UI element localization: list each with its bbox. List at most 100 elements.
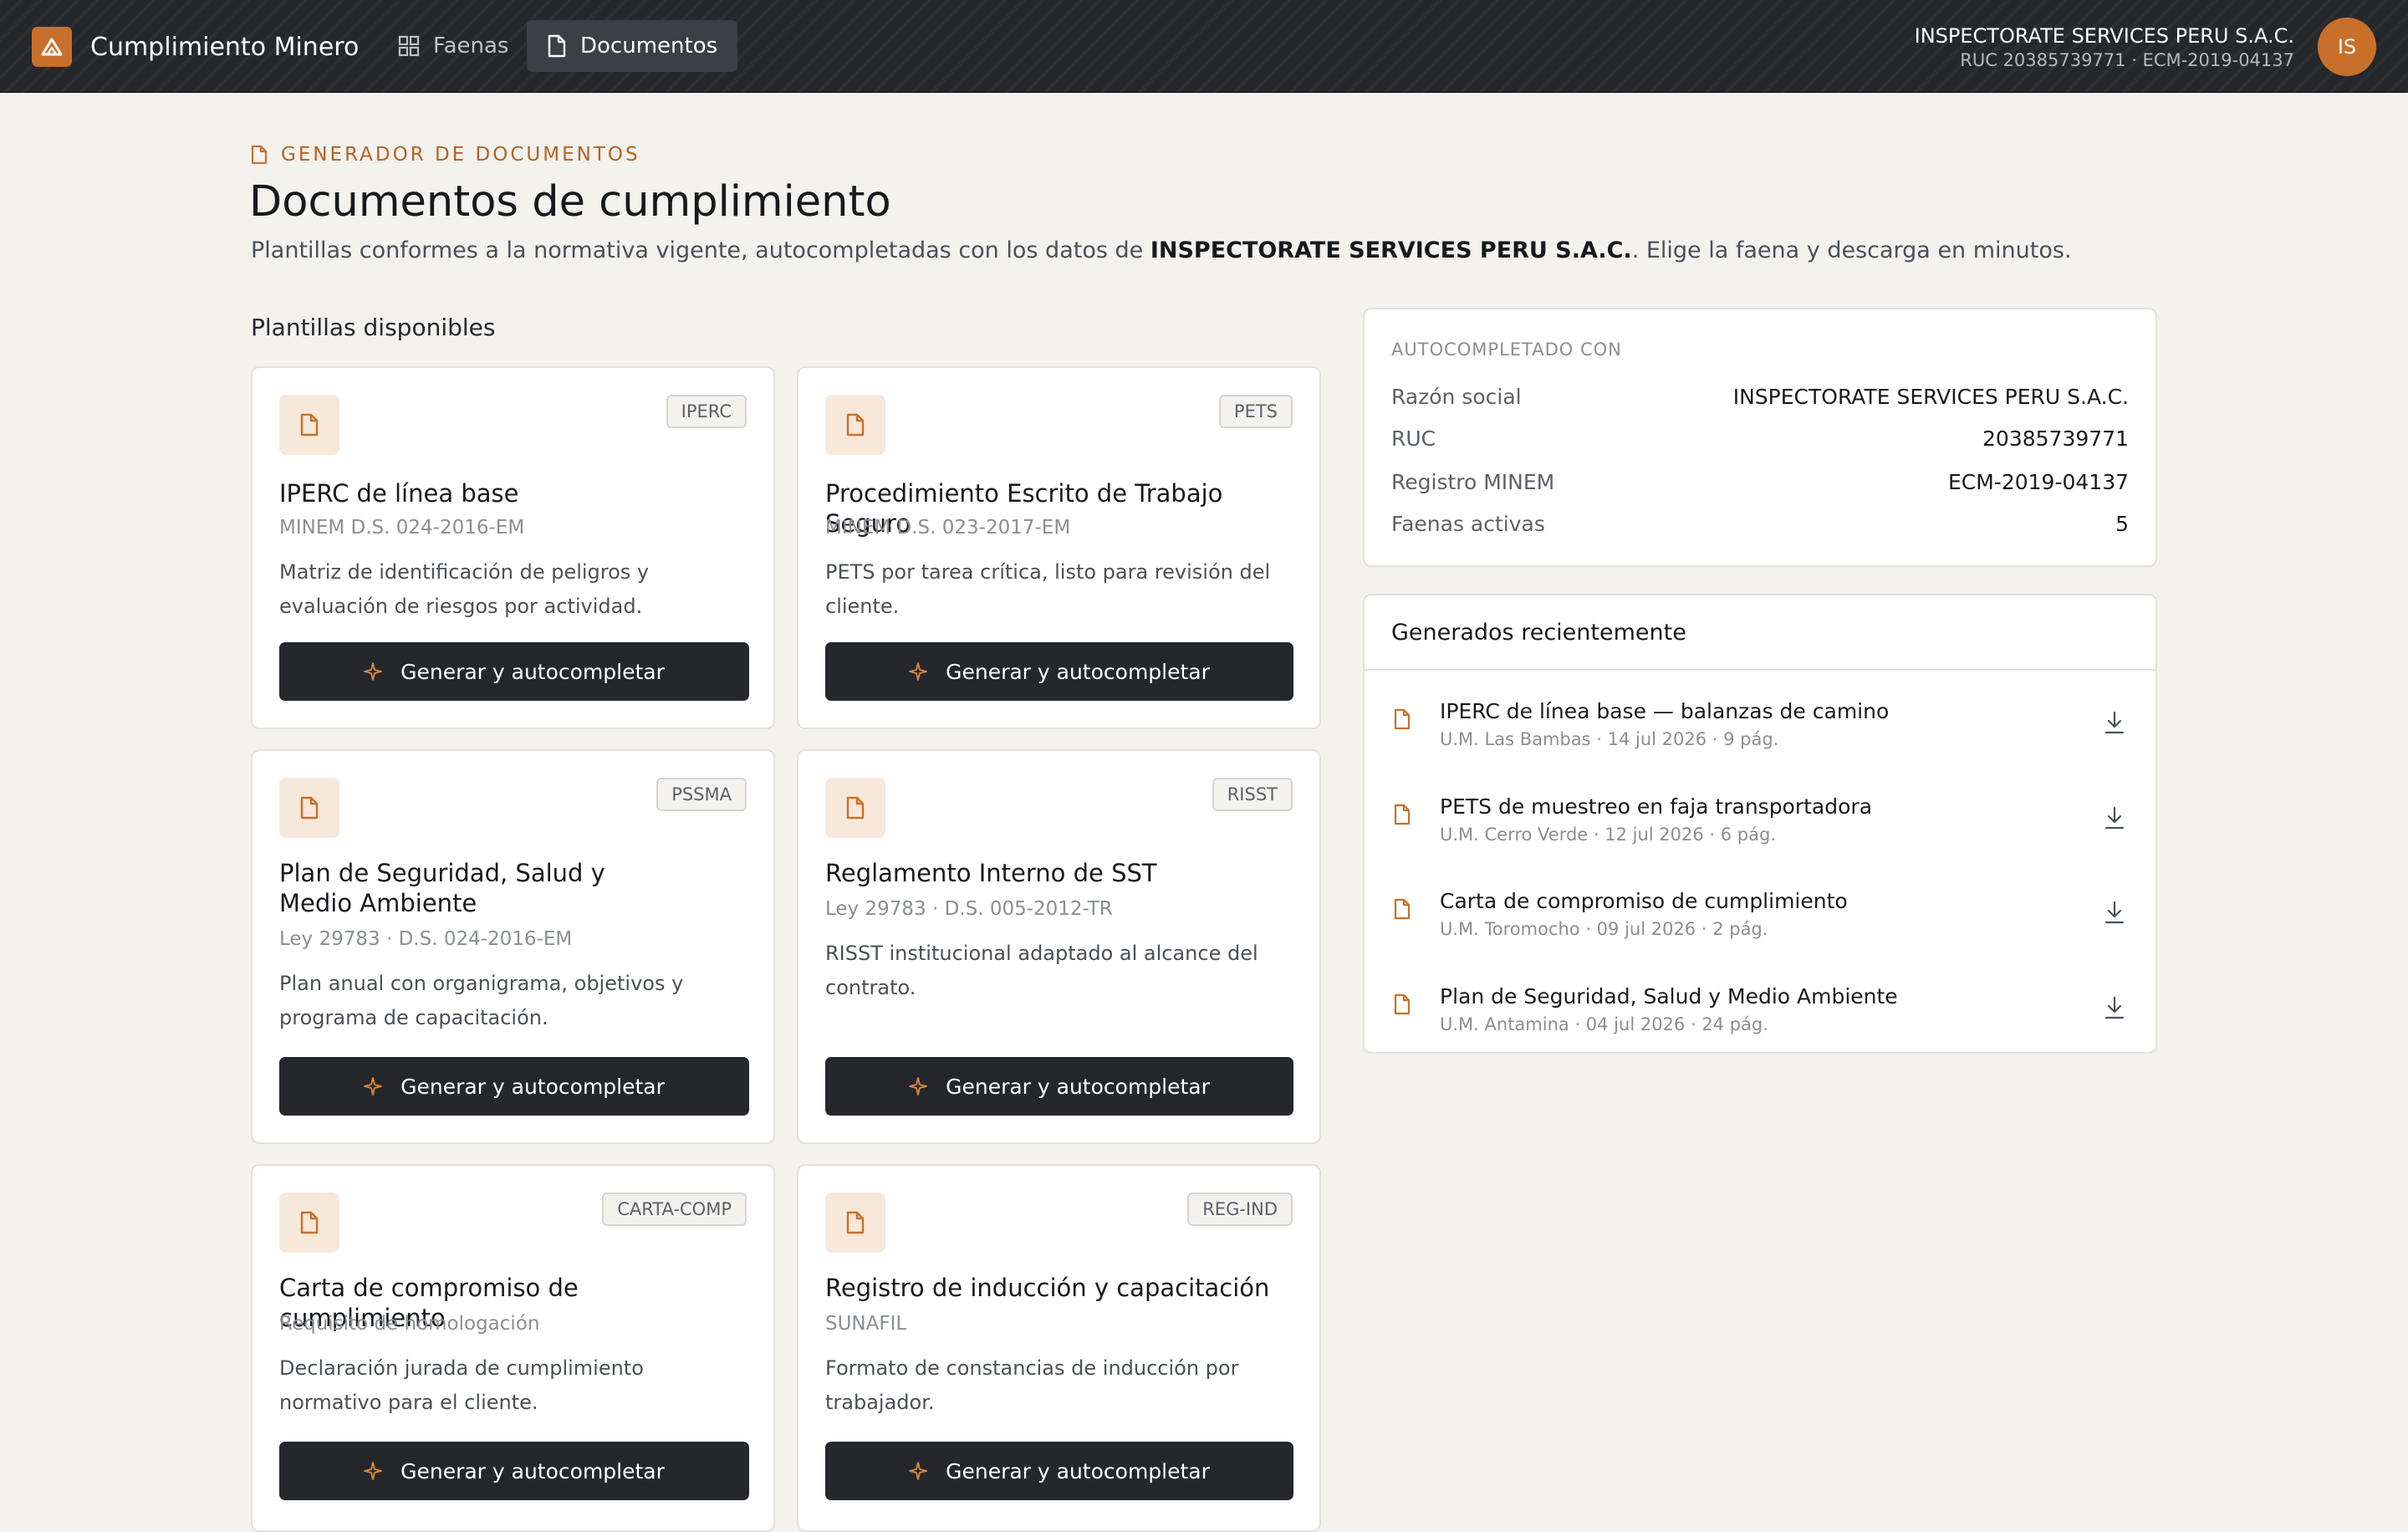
generate-button-label: Generar y autocompletar [946,659,1210,684]
autofill-row-razon-social: Razón social INSPECTORATE SERVICES PERU … [1391,381,2129,411]
company-info: INSPECTORATE SERVICES PERU S.A.C. RUC 20… [1915,23,2294,72]
nav-faenas-label: Faenas [433,33,509,59]
template-icon-box [825,778,885,838]
template-title: IPERC de línea base [279,479,519,508]
subtitle-text-end: . Elige la faena y descarga en minutos. [1631,237,2072,263]
template-regulation: Ley 29783 · D.S. 024-2016-EM [279,928,573,950]
template-icon-box [279,395,339,455]
template-icon-box [279,778,339,838]
autofill-panel: AUTOCOMPLETADO CON Razón social INSPECTO… [1363,308,2157,567]
page-subtitle: Plantillas conformes a la normativa vige… [251,236,2072,266]
template-tag: RISST [1212,778,1293,811]
autofill-value: 20385739771 [1982,426,2129,451]
sparkle-icon [909,1462,927,1480]
template-tag: PSSMA [656,778,747,811]
page-title: Documentos de cumplimiento [249,177,891,227]
recent-item[interactable]: PETS de muestreo en faja transportadora … [1365,783,2155,858]
generate-button[interactable]: Generar y autocompletar [279,1442,749,1500]
generate-button-label: Generar y autocompletar [400,1074,665,1099]
document-icon [300,413,319,437]
eyebrow-label: GENERADOR DE DOCUMENTOS [281,144,640,166]
template-icon-box [825,395,885,455]
sparkle-icon [364,662,382,681]
autofill-key: Faenas activas [1391,511,1545,536]
page-eyebrow: GENERADOR DE DOCUMENTOS [251,144,640,166]
download-button[interactable] [2100,707,2129,738]
download-icon [2104,711,2125,734]
download-button[interactable] [2100,803,2129,833]
top-bar: Cumplimiento Minero Faenas Documentos IN… [0,0,2408,93]
sparkle-icon [909,1077,927,1095]
template-tag: CARTA-COMP [602,1192,747,1226]
template-description: Matriz de identificación de peligros y e… [279,560,650,618]
autofill-row-faenas-activas: Faenas activas 5 [1391,508,2129,539]
template-description: Declaración jurada de cumplimiento norma… [279,1356,644,1414]
autofill-label: AUTOCOMPLETADO CON [1391,340,1622,360]
generate-button[interactable]: Generar y autocompletar [279,1057,749,1116]
download-icon [2104,901,2125,924]
generate-button-label: Generar y autocompletar [400,1458,665,1483]
template-title: Registro de inducción y capacitación [825,1274,1270,1302]
autofill-key: Razón social [1391,384,1522,409]
nav-documentos[interactable]: Documentos [527,20,738,72]
autofill-key: RUC [1391,426,1436,451]
template-description: RISST institucional adaptado al alcance … [825,942,1258,999]
nav-faenas[interactable]: Faenas [378,20,528,72]
template-regulation: Ley 29783 · D.S. 005-2012-TR [825,898,1113,920]
recent-item-meta: U.M. Antamina · 04 jul 2026 · 24 pág. [1440,1014,1768,1034]
generate-button[interactable]: Generar y autocompletar [279,642,749,701]
template-title: Reglamento Interno de SST [825,859,1157,887]
document-icon [300,1211,319,1234]
document-icon [1394,708,1411,730]
download-icon [2104,996,2125,1019]
autofill-value: ECM-2019-04137 [1947,469,2129,494]
document-icon [251,145,268,165]
recent-item-title: PETS de muestreo en faja transportadora [1440,794,1873,819]
template-description: Formato de constancias de inducción por … [825,1356,1239,1414]
template-card-iperc: IPERC IPERC de línea base MINEM D.S. 024… [251,366,775,729]
recent-title: Generados recientemente [1365,595,2155,671]
templates-section-title: Plantillas disponibles [251,314,496,341]
document-icon [846,1211,865,1234]
sparkle-icon [364,1462,382,1480]
avatar[interactable]: IS [2318,18,2376,76]
sparkle-icon [364,1077,382,1095]
autofill-key: Registro MINEM [1391,469,1555,494]
recent-item-title: Plan de Seguridad, Salud y Medio Ambient… [1440,984,1898,1009]
document-icon [300,796,319,820]
recent-item[interactable]: Carta de compromiso de cumplimiento U.M.… [1365,877,2155,952]
recent-item-title: Carta de compromiso de cumplimiento [1440,889,1848,913]
template-regulation: Requisito de homologación [279,1313,540,1335]
generate-button[interactable]: Generar y autocompletar [825,1057,1293,1116]
autofill-row-registro-minem: Registro MINEM ECM-2019-04137 [1391,467,2129,497]
generate-button[interactable]: Generar y autocompletar [825,642,1293,701]
document-icon [548,34,566,58]
app-logo[interactable] [32,27,72,67]
template-card-pssma: PSSMA Plan de Seguridad, Salud y Medio A… [251,749,775,1144]
generate-button-label: Generar y autocompletar [946,1074,1210,1099]
sparkle-icon [909,662,927,681]
template-icon-box [825,1192,885,1253]
recent-item-meta: U.M. Toromocho · 09 jul 2026 · 2 pág. [1440,919,1768,939]
autofill-value: INSPECTORATE SERVICES PERU S.A.C. [1732,384,2129,409]
autofill-row-ruc: RUC 20385739771 [1391,423,2129,453]
grid-icon [398,35,420,57]
subtitle-company: INSPECTORATE SERVICES PERU S.A.C. [1150,237,1632,263]
recent-item[interactable]: IPERC de línea base — balanzas de camino… [1365,687,2155,763]
recent-item-title: IPERC de línea base — balanzas de camino [1440,699,1890,723]
recent-item-meta: U.M. Cerro Verde · 12 jul 2026 · 6 pág. [1440,825,1777,845]
template-tag: PETS [1218,395,1293,428]
company-name: INSPECTORATE SERVICES PERU S.A.C. [1914,24,2294,48]
generate-button[interactable]: Generar y autocompletar [825,1442,1293,1500]
app-name[interactable]: Cumplimiento Minero [90,32,359,64]
download-button[interactable] [2100,897,2129,927]
document-icon [1394,898,1411,920]
download-button[interactable] [2100,993,2129,1023]
template-title: Plan de Seguridad, Salud y Medio Ambient… [279,859,605,917]
template-card-pets: PETS Procedimiento Escrito de Trabajo Se… [797,366,1321,729]
document-icon [1394,804,1411,825]
recent-item[interactable]: Plan de Seguridad, Salud y Medio Ambient… [1365,973,2155,1048]
autofill-value: 5 [2115,511,2129,536]
document-icon [1394,993,1411,1015]
mountain-icon [41,38,63,56]
